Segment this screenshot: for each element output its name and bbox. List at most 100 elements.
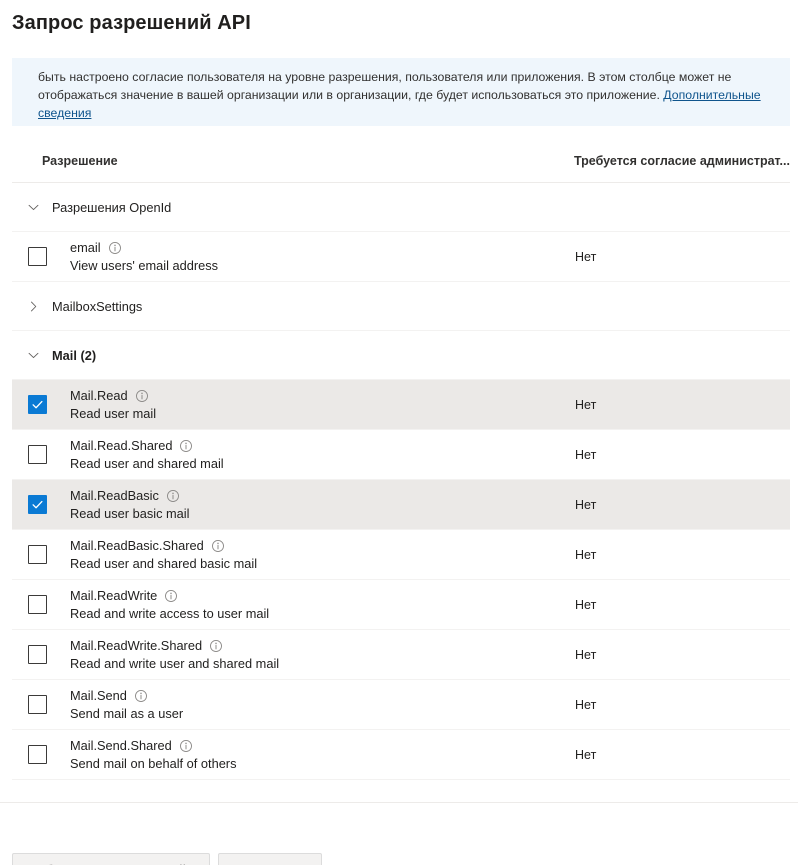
permission-row[interactable]: Mail.ReadBasic.Shared Read user and share…	[12, 530, 790, 580]
permissions-table: Разрешение Требуется согласие администра…	[12, 140, 790, 811]
permission-checkbox-cell[interactable]	[12, 480, 70, 529]
permission-admin-consent-cell: Нет	[572, 680, 790, 729]
permission-description: Read user basic mail	[70, 506, 190, 521]
footer-actions: Обновление разрешений Отменить	[12, 853, 322, 865]
permission-name-cell: Mail.ReadBasic Read user basic mail	[70, 480, 572, 529]
permission-row[interactable]: Mail.Read.Shared Read user and shared mai…	[12, 430, 790, 480]
permission-admin-consent-cell: Нет	[572, 232, 790, 281]
permission-name: Mail.ReadWrite.Shared	[70, 638, 203, 653]
permission-checkbox-cell[interactable]	[12, 380, 70, 429]
info-circle-icon[interactable]	[135, 389, 149, 403]
permission-group-label: Mail (2)	[52, 347, 97, 363]
cancel-button[interactable]: Отменить	[218, 853, 322, 865]
permission-row[interactable]: Mail.ReadBasic Read user basic mail Нет	[12, 480, 790, 530]
admin-consent-value: Нет	[575, 497, 597, 512]
permission-description: Read user mail	[70, 406, 157, 421]
permission-group-row[interactable]: MailboxSettings	[12, 282, 790, 331]
permission-checkbox[interactable]	[28, 595, 47, 614]
permission-row[interactable]: email View users' email address Нет	[12, 232, 790, 282]
permission-name: Mail.ReadWrite	[70, 588, 158, 603]
permission-name: Mail.Send	[70, 688, 127, 703]
permission-row[interactable]: Mail.ReadWrite.Shared Read and write user…	[12, 630, 790, 680]
admin-consent-value: Нет	[575, 597, 597, 612]
permission-name: Mail.ReadBasic	[70, 488, 159, 503]
permission-group-row[interactable]: Mail (2)	[12, 331, 790, 380]
table-header-row: Разрешение Требуется согласие администра…	[12, 140, 790, 183]
info-circle-icon[interactable]	[179, 439, 193, 453]
permission-name: Mail.Read.Shared	[70, 438, 173, 453]
permission-checkbox[interactable]	[28, 395, 47, 414]
permission-checkbox-cell[interactable]	[12, 232, 70, 281]
permission-name-cell: Mail.Read Read user mail	[70, 380, 572, 429]
permission-name-cell: Mail.ReadWrite.Shared Read and write user…	[70, 630, 572, 679]
chevron-down-icon[interactable]	[22, 344, 44, 366]
admin-consent-value: Нет	[575, 249, 597, 264]
info-circle-icon[interactable]	[164, 589, 178, 603]
permission-description: Read and write access to user mail	[70, 606, 270, 621]
column-header-permission: Разрешение	[42, 154, 118, 168]
info-banner-text: быть настроено согласие пользователя на …	[38, 68, 772, 122]
admin-consent-value: Нет	[575, 697, 597, 712]
admin-consent-value: Нет	[575, 397, 597, 412]
info-circle-icon[interactable]	[179, 739, 193, 753]
column-header-admin-consent: Требуется согласие администрат...	[574, 154, 790, 168]
permission-checkbox-cell[interactable]	[12, 530, 70, 579]
footer-divider	[0, 802, 798, 803]
permission-group-label: Разрешения OpenId	[52, 199, 172, 215]
update-permissions-button[interactable]: Обновление разрешений	[12, 853, 210, 865]
permission-name-line: Mail.Read.Shared	[70, 438, 572, 453]
permission-name-line: Mail.ReadWrite.Shared	[70, 638, 572, 653]
permission-group-row[interactable]: Разрешения OpenId	[12, 183, 790, 232]
permission-row[interactable]: Mail.Send Send mail as a user Нет	[12, 680, 790, 730]
permission-checkbox[interactable]	[28, 495, 47, 514]
permission-row[interactable]: Mail.Send.Shared Send mail on behalf of o…	[12, 730, 790, 780]
permission-checkbox-cell[interactable]	[12, 630, 70, 679]
admin-consent-value: Нет	[575, 447, 597, 462]
permission-admin-consent-cell: Нет	[572, 530, 790, 579]
permission-name-line: Mail.Send.Shared	[70, 738, 572, 753]
permission-checkbox[interactable]	[28, 545, 47, 564]
info-circle-icon[interactable]	[211, 539, 225, 553]
permission-checkbox[interactable]	[28, 745, 47, 764]
permission-admin-consent-cell: Нет	[572, 480, 790, 529]
permission-description: Send mail as a user	[70, 706, 184, 721]
info-circle-icon[interactable]	[166, 489, 180, 503]
chevron-right-icon[interactable]	[22, 295, 44, 317]
chevron-down-icon[interactable]	[22, 196, 44, 218]
permission-checkbox-cell[interactable]	[12, 680, 70, 729]
permission-checkbox[interactable]	[28, 695, 47, 714]
info-banner: быть настроено согласие пользователя на …	[12, 58, 790, 126]
permission-checkbox-cell[interactable]	[12, 730, 70, 779]
permission-name: email	[70, 240, 101, 255]
permission-description: Send mail on behalf of others	[70, 756, 237, 771]
permission-name-line: Mail.ReadBasic.Shared	[70, 538, 572, 553]
permission-row[interactable]: Mail.ReadWrite Read and write access to u…	[12, 580, 790, 630]
admin-consent-value: Нет	[575, 747, 597, 762]
permission-checkbox-cell[interactable]	[12, 430, 70, 479]
permission-name-cell: Mail.ReadBasic.Shared Read user and share…	[70, 530, 572, 579]
permission-name-line: Mail.ReadBasic	[70, 488, 572, 503]
permission-name: Mail.Read	[70, 388, 128, 403]
info-circle-icon[interactable]	[108, 241, 122, 255]
permission-description: View users' email address	[70, 258, 219, 273]
permission-checkbox[interactable]	[28, 247, 47, 266]
permission-description: Read user and shared mail	[70, 456, 224, 471]
permission-checkbox-cell[interactable]	[12, 580, 70, 629]
info-circle-icon[interactable]	[134, 689, 148, 703]
info-circle-icon[interactable]	[209, 639, 223, 653]
table-tail-spacer	[12, 780, 790, 811]
permission-checkbox[interactable]	[28, 445, 47, 464]
permission-row[interactable]: Mail.Read Read user mail Нет	[12, 380, 790, 430]
permission-checkbox[interactable]	[28, 645, 47, 664]
permission-name-line: Mail.ReadWrite	[70, 588, 572, 603]
permission-name: Mail.ReadBasic.Shared	[70, 538, 204, 553]
permission-name: Mail.Send.Shared	[70, 738, 172, 753]
permission-name-cell: email View users' email address	[70, 232, 572, 281]
permission-admin-consent-cell: Нет	[572, 430, 790, 479]
permission-description: Read user and shared basic mail	[70, 556, 258, 571]
permission-name-cell: Mail.Read.Shared Read user and shared mai…	[70, 430, 572, 479]
admin-consent-value: Нет	[575, 547, 597, 562]
permission-group-label: MailboxSettings	[52, 298, 143, 314]
page-title: Запрос разрешений API	[12, 12, 251, 34]
permission-admin-consent-cell: Нет	[572, 730, 790, 779]
